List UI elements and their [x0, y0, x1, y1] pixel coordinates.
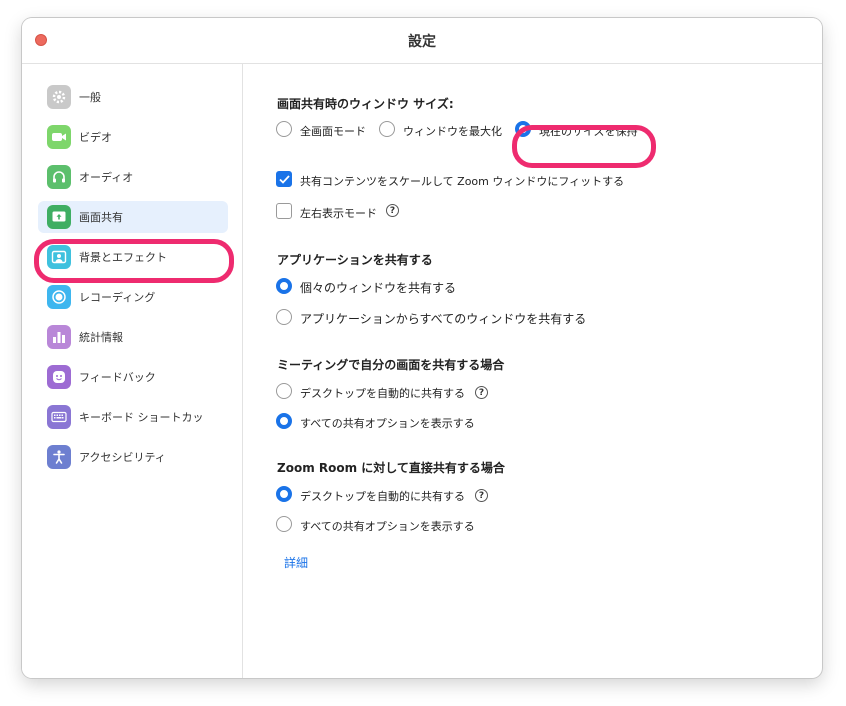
option-label-share-individual-window: 個々のウィンドウを共有する [300, 281, 457, 295]
window-title: 設定 [408, 34, 436, 50]
option-label-meeting-show-all-options: すべての共有オプションを表示する [300, 417, 475, 430]
option-label-share-all-app-windows: アプリケーションからすべてのウィンドウを共有する [300, 312, 587, 326]
scale-to-fit-checkbox[interactable] [276, 171, 292, 187]
sidebar-item-audio[interactable]: オーディオ [38, 161, 228, 193]
help-icon[interactable]: ? [475, 489, 488, 502]
sidebar-item-statistics[interactable]: 統計情報 [38, 321, 228, 353]
sidebar-item-label: レコーディング [79, 291, 156, 304]
side-by-side-checkbox[interactable] [276, 203, 292, 219]
sidebar-item-label: フィードバック [79, 371, 156, 384]
section-title-share-application: アプリケーションを共有する [277, 253, 433, 267]
radio-meeting-auto-share-desktop[interactable] [276, 383, 292, 399]
option-label-fullscreen: 全画面モード [300, 125, 366, 138]
radio-room-show-all-options[interactable] [276, 516, 292, 532]
section-title-zoom-room: Zoom Room に対して直接共有する場合 [277, 461, 505, 475]
option-label-room-show-all-options: すべての共有オプションを表示する [300, 520, 475, 533]
screen-share-settings: 画面共有時のウィンドウ サイズ: 全画面モード ウィンドウを最大化 現在のサイズ… [243, 64, 822, 678]
radio-room-auto-share-desktop[interactable] [276, 486, 292, 502]
highlight-annotation [512, 125, 656, 168]
details-link[interactable]: 詳細 [284, 554, 308, 571]
scale-to-fit-label: 共有コンテンツをスケールして Zoom ウィンドウにフィットする [300, 175, 625, 188]
sidebar-item-keyboard-shortcuts[interactable]: キーボード ショートカッ [38, 401, 228, 433]
radio-meeting-show-all-options[interactable] [276, 413, 292, 429]
sidebar-item-accessibility[interactable]: アクセシビリティ [38, 441, 228, 473]
help-icon[interactable]: ? [475, 386, 488, 399]
keyboard-icon [47, 405, 71, 429]
sidebar-item-label: オーディオ [79, 171, 134, 184]
option-label-meeting-auto-share-desktop: デスクトップを自動的に共有する [300, 387, 465, 400]
sidebar: 一般 ビデオ オーディオ 画面共有 背景とエフェクト レコーディング 統計情報 … [22, 64, 243, 678]
sidebar-item-feedback[interactable]: フィードバック [38, 361, 228, 393]
sidebar-item-label: キーボード ショートカッ [79, 411, 204, 424]
screen-share-icon [47, 205, 71, 229]
record-icon [47, 285, 71, 309]
bar-chart-icon [47, 325, 71, 349]
sidebar-item-label: 一般 [79, 91, 101, 104]
sidebar-item-recording[interactable]: レコーディング [38, 281, 228, 313]
help-icon[interactable]: ? [386, 204, 399, 217]
side-by-side-label: 左右表示モード [300, 207, 377, 220]
option-label-maximize-window: ウィンドウを最大化 [403, 125, 502, 138]
radio-fullscreen[interactable] [276, 121, 292, 137]
sidebar-item-label: 画面共有 [79, 211, 123, 224]
settings-window: 設定 一般 ビデオ オーディオ 画面共有 背景とエフェクト レコーディング 統計… [22, 18, 822, 678]
highlight-annotation [34, 239, 234, 283]
title-bar: 設定 [22, 18, 822, 64]
sidebar-item-label: 統計情報 [79, 331, 123, 344]
sidebar-item-label: ビデオ [79, 131, 112, 144]
check-icon [278, 174, 290, 184]
smile-icon [47, 365, 71, 389]
gear-icon [47, 85, 71, 109]
accessibility-icon [47, 445, 71, 469]
section-title-window-size: 画面共有時のウィンドウ サイズ: [277, 97, 454, 111]
sidebar-item-label: アクセシビリティ [79, 451, 166, 464]
video-camera-icon [47, 125, 71, 149]
sidebar-item-video[interactable]: ビデオ [38, 121, 228, 153]
option-label-room-auto-share-desktop: デスクトップを自動的に共有する [300, 490, 465, 503]
sidebar-item-screen-share[interactable]: 画面共有 [38, 201, 228, 233]
section-title-meeting-share: ミーティングで自分の画面を共有する場合 [277, 358, 505, 372]
radio-share-all-app-windows[interactable] [276, 309, 292, 325]
sidebar-item-general[interactable]: 一般 [38, 81, 228, 113]
radio-maximize-window[interactable] [379, 121, 395, 137]
headphones-icon [47, 165, 71, 189]
radio-share-individual-window[interactable] [276, 278, 292, 294]
